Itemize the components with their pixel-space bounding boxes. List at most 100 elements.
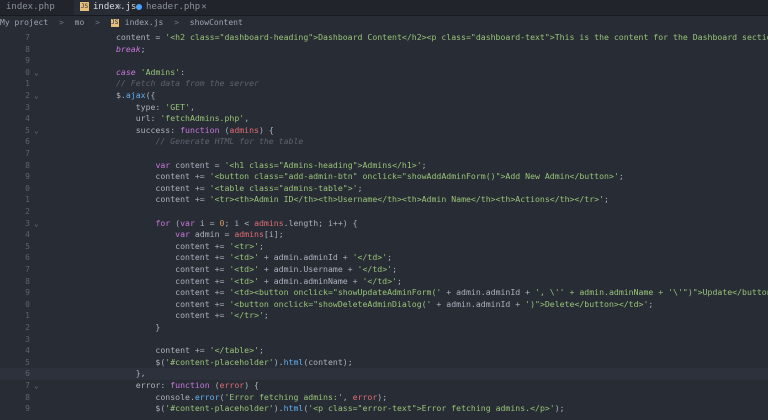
- code-text: content += '<tr>';: [116, 240, 264, 251]
- close-icon[interactable]: ✕: [112, 0, 126, 15]
- code-line[interactable]: 8 content += '<td>' + admin.adminName + …: [0, 276, 768, 288]
- code-line[interactable]: 4 var admin = admins[i];: [0, 229, 768, 241]
- code-line[interactable]: 9 content += '<td><button onclick="showU…: [0, 287, 768, 299]
- tab-index-php[interactable]: index.php: [0, 0, 74, 15]
- code-text: content += '</tr>';: [116, 310, 269, 321]
- code-text: for (var i = 0; i < admins.length; i++) …: [155, 217, 358, 228]
- fold-chevron-icon[interactable]: ⌄: [34, 67, 44, 79]
- code-line[interactable]: 8 var content = '<h1 class="Admins-headi…: [0, 160, 768, 172]
- code-line[interactable]: 7 content += '<td>' + admin.Username + '…: [0, 264, 768, 276]
- code-line[interactable]: 8 console.error('Error fetching admins:'…: [0, 392, 768, 404]
- code-line[interactable]: 7 ⌄ error: function (error) {: [0, 380, 768, 392]
- code-text: break;: [116, 43, 146, 54]
- breadcrumb-item[interactable]: mo: [75, 18, 85, 27]
- code-line[interactable]: 9 content += '<button class="add-admin-b…: [0, 171, 768, 183]
- code-text: content += '<button onclick="showDeleteA…: [116, 298, 654, 309]
- fold-chevron-icon[interactable]: ⌄: [34, 380, 44, 392]
- line-number: 4: [25, 346, 30, 356]
- code-line[interactable]: 9: [0, 55, 768, 67]
- code-line[interactable]: 0 ⌄ case 'Admins':: [0, 67, 768, 79]
- code-line[interactable]: 4 content += '</table>';: [0, 345, 768, 357]
- code-text: type: 'GET',: [116, 101, 195, 112]
- code-line[interactable]: 7: [0, 148, 768, 160]
- code-line[interactable]: 1 content += '</tr>';: [0, 310, 768, 322]
- code-line[interactable]: 1 content += '<tr><th>Admin ID</th><th>U…: [0, 194, 768, 206]
- code-text: content += '<td>' + admin.Username + '</…: [116, 264, 397, 274]
- code-line[interactable]: 5 $('#content-placeholder').html(content…: [0, 357, 768, 369]
- code-text: content += '<td>' + admin.adminId + '</t…: [116, 252, 393, 263]
- code-editor[interactable]: 7 content = '<h2 class="dashboard-heading…: [0, 32, 768, 420]
- code-line[interactable]: 5 content += '<tr>';: [0, 241, 768, 253]
- code-text: $.ajax({: [116, 90, 156, 100]
- tab-label: index.php: [6, 2, 55, 12]
- code-line[interactable]: 6 content += '<td>' + admin.adminId + '<…: [0, 252, 768, 264]
- line-number: 6: [25, 253, 30, 263]
- code-text: url: 'fetchAdmins.php',: [116, 113, 250, 124]
- line-number: 8: [25, 160, 30, 170]
- code-text: content += '<tr><th>Admin ID</th><th>Use…: [116, 194, 609, 205]
- code-text: success: function (admins) {: [116, 124, 274, 135]
- line-number: 0: [25, 67, 30, 77]
- chevron-right-icon: >: [59, 18, 64, 27]
- code-text: $('#content-placeholder').html(content);: [116, 356, 353, 367]
- code-line[interactable]: 8 break;: [0, 44, 768, 56]
- code-line[interactable]: 5 ⌄ success: function (admins) {: [0, 125, 768, 137]
- breadcrumb: My project > mo > JS index.js > showConte…: [0, 16, 768, 30]
- code-line[interactable]: 6 // Generate HTML for the table: [0, 136, 768, 148]
- line-number: 5: [25, 357, 30, 367]
- code-line[interactable]: 6 },: [0, 368, 768, 380]
- code-line[interactable]: 3: [0, 334, 768, 346]
- code-line[interactable]: 7 content = '<h2 class="dashboard-heading…: [0, 32, 768, 44]
- code-text: },: [116, 368, 146, 379]
- code-text: content = '<h2 class="dashboard-heading"…: [116, 32, 768, 42]
- code-line[interactable]: 1 // Fetch data from the server: [0, 78, 768, 90]
- line-number: 6: [25, 369, 30, 379]
- code-line[interactable]: 2 }: [0, 322, 768, 334]
- breadcrumb-item[interactable]: My project: [0, 18, 48, 27]
- code-text: var content = '<h1 class="Admins-heading…: [155, 159, 427, 170]
- code-line[interactable]: 2: [0, 206, 768, 218]
- close-icon[interactable]: ✕: [198, 0, 210, 15]
- chevron-right-icon: >: [95, 18, 100, 27]
- js-file-icon: JS: [80, 2, 89, 11]
- code-line[interactable]: 4 url: 'fetchAdmins.php',: [0, 113, 768, 125]
- line-number: 2: [25, 91, 30, 100]
- code-line[interactable]: 2 ⌄ $.ajax({: [0, 90, 768, 102]
- code-line[interactable]: 0 content += '<table class="admins-table…: [0, 183, 768, 195]
- code-line[interactable]: 3 ⌄ for (var i = 0; i < admins.length; i+…: [0, 218, 768, 230]
- line-number: 7: [25, 381, 30, 390]
- fold-chevron-icon[interactable]: ⌄: [34, 125, 44, 137]
- line-number: 3: [25, 334, 30, 344]
- line-number: 8: [25, 44, 30, 54]
- line-number: 2: [25, 207, 30, 216]
- code-text: $('#content-placeholder').html('<p class…: [116, 403, 565, 414]
- chevron-right-icon: >: [174, 18, 179, 27]
- fold-chevron-icon[interactable]: ⌄: [34, 218, 44, 230]
- breadcrumb-item[interactable]: index.js: [125, 18, 164, 27]
- code-text: }: [116, 322, 161, 332]
- code-text: console.error('Error fetching admins:', …: [116, 391, 388, 402]
- code-line[interactable]: 0 content += '<button onclick="showDelet…: [0, 299, 768, 311]
- php-file-icon: [136, 3, 142, 10]
- line-number: 7: [25, 265, 30, 274]
- code-text: case 'Admins':: [116, 66, 186, 77]
- line-number: 9: [25, 56, 30, 66]
- code-text: error: function (error) {: [116, 380, 259, 390]
- line-number: 2: [25, 323, 30, 332]
- line-number: 8: [25, 392, 30, 402]
- code-text: content += '<table class="admins-table">…: [116, 182, 363, 193]
- line-number: 8: [25, 276, 30, 286]
- line-number: 9: [25, 404, 30, 414]
- breadcrumb-item[interactable]: showContent: [190, 18, 243, 27]
- code-line[interactable]: 3 type: 'GET',: [0, 102, 768, 114]
- line-number: 4: [25, 114, 30, 124]
- line-number: 4: [25, 230, 30, 240]
- line-number: 3: [25, 218, 30, 228]
- code-text: content += '<td>' + admin.adminName + '<…: [116, 275, 402, 286]
- line-number: 7: [25, 33, 30, 42]
- fold-chevron-icon[interactable]: ⌄: [34, 90, 44, 102]
- code-line[interactable]: 9 $('#content-placeholder').html('<p cla…: [0, 403, 768, 415]
- line-number: 5: [25, 125, 30, 135]
- line-number: 5: [25, 241, 30, 251]
- line-number: 3: [25, 102, 30, 112]
